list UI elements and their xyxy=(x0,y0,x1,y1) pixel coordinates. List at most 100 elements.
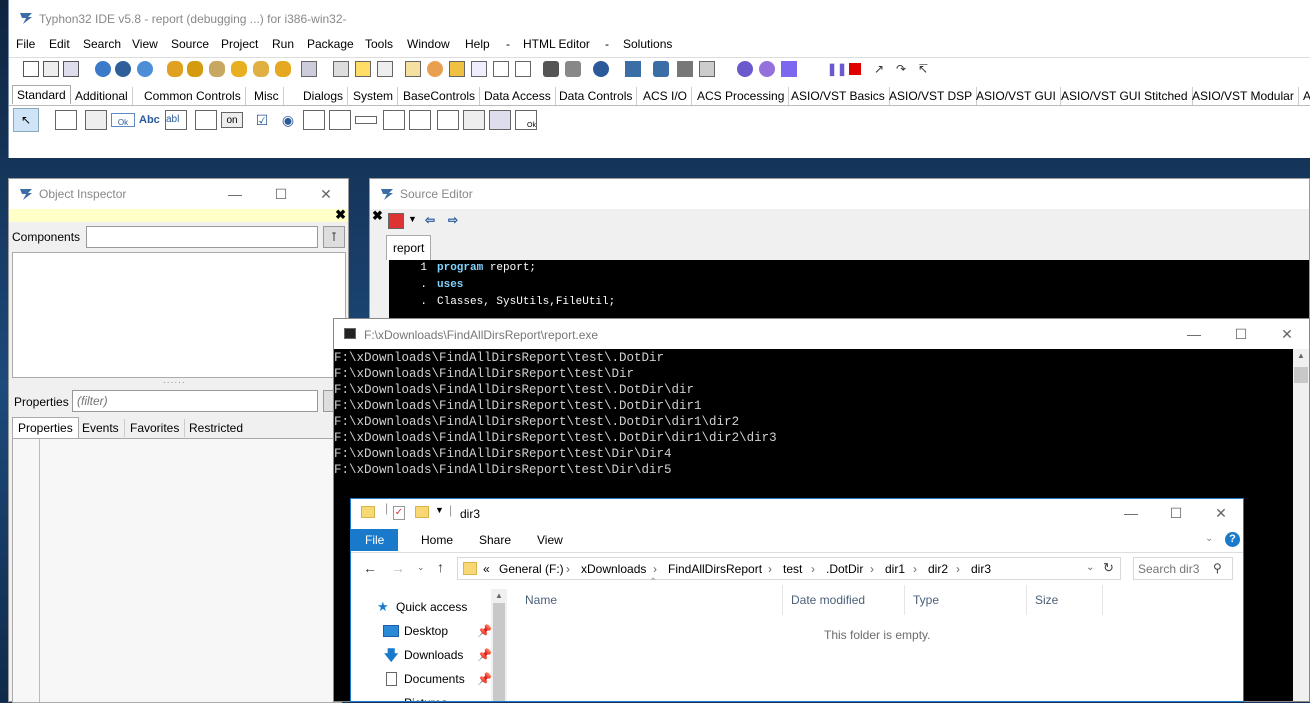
tab-events[interactable]: Events xyxy=(77,419,125,437)
step-out-icon[interactable]: ↸ xyxy=(915,61,931,77)
minimize-icon[interactable]: — xyxy=(225,184,245,204)
globe-search-icon[interactable] xyxy=(115,61,131,77)
nav-item-quick-access[interactable]: ★ Quick access xyxy=(351,595,491,619)
checkgroup-icon[interactable] xyxy=(437,110,459,130)
togglebox-icon[interactable]: on xyxy=(221,112,243,128)
scroll-up-icon[interactable]: ▲ xyxy=(1297,351,1305,360)
home-icon[interactable] xyxy=(388,213,404,229)
tab-restricted[interactable]: Restricted xyxy=(184,419,248,437)
column-size[interactable]: Size xyxy=(1027,585,1103,615)
memo-icon[interactable] xyxy=(195,110,217,130)
listbox-icon[interactable] xyxy=(303,110,325,130)
radiogroup-icon[interactable] xyxy=(409,110,431,130)
pause-icon[interactable]: ❚❚ xyxy=(827,61,847,77)
package-folder-icon[interactable] xyxy=(275,61,291,77)
package-add-icon[interactable] xyxy=(231,61,247,77)
tab-asio-vst-basics[interactable]: ASIO/VST Basics xyxy=(787,87,890,105)
source-editor-title-bar[interactable]: Source Editor xyxy=(370,179,1309,209)
new-unit-icon[interactable] xyxy=(63,61,79,77)
tab-asio-vst-gui[interactable]: ASIO/VST GUI xyxy=(972,87,1061,105)
checkbox-icon[interactable]: ☑ xyxy=(251,110,273,130)
save-icon[interactable] xyxy=(333,61,349,77)
tab-data-access[interactable]: Data Access xyxy=(480,87,556,105)
pin-icon[interactable]: 📌 xyxy=(477,643,492,667)
tab-dialogs[interactable]: Dialogs xyxy=(299,87,349,105)
help-icon[interactable]: ? xyxy=(1225,532,1240,547)
up-arrow-icon[interactable]: ↑ xyxy=(437,559,444,575)
tab-acs-processing[interactable]: ACS Processing xyxy=(693,87,790,105)
minimize-icon[interactable]: — xyxy=(1121,503,1141,523)
menu-search[interactable]: Search xyxy=(82,37,122,51)
tab-asio-vst-dsp[interactable]: ASIO/VST DSP xyxy=(885,87,978,105)
breadcrumb-item[interactable]: dir2 xyxy=(928,558,948,580)
close-icon[interactable]: ✕ xyxy=(316,184,336,204)
address-bar[interactable]: « General (F:) › xDownloads › FindAllDir… xyxy=(457,557,1121,580)
new-file-icon[interactable] xyxy=(23,61,39,77)
pin-icon[interactable]: 📌 xyxy=(477,667,492,691)
radiobutton-icon[interactable]: ◉ xyxy=(277,110,299,130)
popupmenu-icon[interactable] xyxy=(85,110,107,130)
tab-properties[interactable]: Properties xyxy=(12,417,79,438)
breadcrumb-item[interactable]: dir1 xyxy=(885,558,905,580)
close-icon[interactable]: ✖ xyxy=(372,208,383,224)
mainmenu-icon[interactable] xyxy=(55,110,77,130)
menu-edit[interactable]: Edit xyxy=(48,37,71,51)
back-icon[interactable]: ⇦ xyxy=(422,213,438,229)
chevron-down-icon[interactable]: ⌄ xyxy=(1205,533,1213,544)
maximize-icon[interactable]: ☐ xyxy=(1166,503,1186,523)
tab-overflow[interactable]: A xyxy=(1299,87,1310,105)
properties-filter-input[interactable] xyxy=(72,390,318,412)
edit-icon[interactable] xyxy=(405,61,421,77)
open-dropdown-icon[interactable] xyxy=(301,61,317,77)
button-icon[interactable]: Ok xyxy=(111,113,135,127)
breadcrumb-item[interactable]: dir3 xyxy=(971,558,991,580)
forward-icon[interactable]: ⇨ xyxy=(445,213,461,229)
tab-basecontrols[interactable]: BaseControls xyxy=(399,87,481,105)
copy-icon[interactable] xyxy=(471,61,487,77)
forward-arrow-icon[interactable]: → xyxy=(391,560,405,576)
scrollbar-icon[interactable] xyxy=(355,116,377,124)
menu-source[interactable]: Source xyxy=(170,37,210,51)
menu-file[interactable]: File xyxy=(15,37,36,51)
step-over-icon[interactable]: ↷ xyxy=(893,61,909,77)
components-filter-input[interactable] xyxy=(86,226,318,248)
scrollbar-thumb[interactable] xyxy=(1294,367,1308,383)
gears-icon[interactable] xyxy=(759,61,775,77)
ribbon-tab-file[interactable]: File xyxy=(351,529,399,551)
chevron-down-icon[interactable]: ▼ xyxy=(408,214,417,224)
console-title-bar[interactable]: F:\xDownloads\FindAllDirsReport\report.e… xyxy=(334,319,1309,349)
scroll-up-icon[interactable]: ▲ xyxy=(495,591,503,600)
menu-tools[interactable]: Tools xyxy=(364,37,394,51)
tab-asio-vst-gui-stitched[interactable]: ASIO/VST GUI Stitched xyxy=(1057,87,1193,105)
menu-run[interactable]: Run xyxy=(271,37,295,51)
object-inspector-title-bar[interactable]: Object Inspector — ☐ ✕ xyxy=(9,179,348,209)
nav-item-downloads[interactable]: 🡇 Downloads 📌 xyxy=(351,643,492,667)
console-scrollbar[interactable]: ▲ xyxy=(1293,349,1309,701)
tab-common-controls[interactable]: Common Controls xyxy=(140,87,246,105)
nav-item-pictures[interactable]: Pictures xyxy=(351,691,491,701)
new-form-icon[interactable] xyxy=(43,61,59,77)
property-grid[interactable] xyxy=(12,438,342,703)
combobox-icon[interactable] xyxy=(329,110,351,130)
stop-icon[interactable] xyxy=(849,63,861,75)
package-gray-icon[interactable] xyxy=(209,61,225,77)
minimize-icon[interactable]: — xyxy=(1184,324,1204,344)
chevron-down-icon[interactable]: ▼ xyxy=(435,505,444,515)
menu-html-editor[interactable]: HTML Editor xyxy=(522,37,591,51)
tab-favorites[interactable]: Favorites xyxy=(125,419,186,437)
close-file-icon[interactable] xyxy=(377,61,393,77)
list-icon[interactable] xyxy=(515,61,531,77)
menu-view[interactable]: View xyxy=(131,37,159,51)
chevron-down-icon[interactable]: ⌄ xyxy=(1086,562,1094,573)
globe-icon[interactable] xyxy=(95,61,111,77)
breadcrumb-item[interactable]: General (F:) xyxy=(499,558,564,580)
nav-item-desktop[interactable]: Desktop 📌 xyxy=(351,619,492,643)
palette-icon[interactable] xyxy=(427,61,443,77)
recent-locations-icon[interactable]: ⌄ xyxy=(417,562,425,573)
pointer-tool-icon[interactable]: ↖ xyxy=(13,108,39,132)
gear-icon[interactable] xyxy=(737,61,753,77)
column-name[interactable]: Name xyxy=(517,585,783,615)
binoculars-icon[interactable] xyxy=(543,61,559,77)
window-icon[interactable] xyxy=(493,61,509,77)
tab-report[interactable]: report xyxy=(386,235,432,260)
